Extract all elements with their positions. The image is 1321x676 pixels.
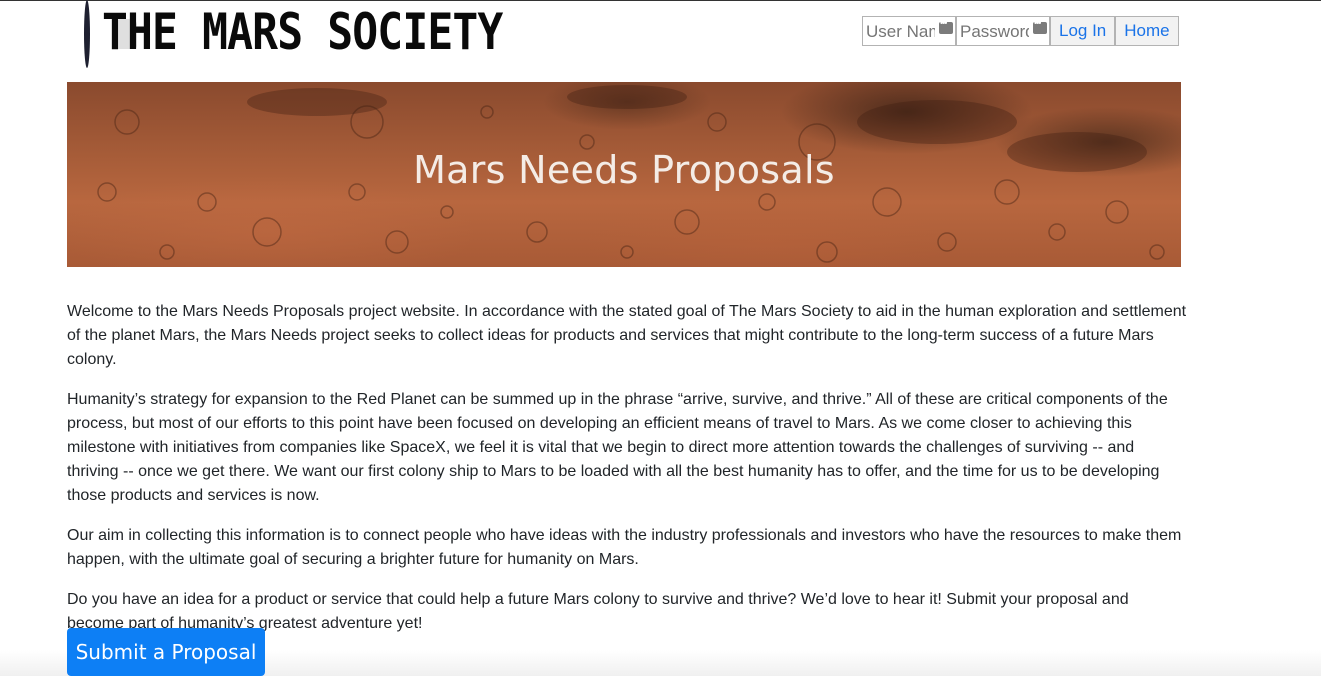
autofill-key-icon[interactable]: [939, 18, 953, 34]
intro-paragraph: Welcome to the Mars Needs Proposals proj…: [67, 303, 1187, 368]
login-bar: Log In Home: [862, 16, 1179, 46]
hero-title: Mars Needs Proposals: [413, 148, 835, 192]
password-field-wrap: [956, 16, 1050, 46]
home-button[interactable]: Home: [1115, 16, 1179, 46]
strategy-paragraph: Humanity’s strategy for expansion to the…: [67, 391, 1168, 504]
logo-text: THE MARS SOCIETY: [102, 3, 503, 61]
mars-society-emblem-icon: [84, 0, 137, 68]
mars-society-logo[interactable]: THE MARS SOCIETY: [84, 0, 514, 70]
login-button[interactable]: Log In: [1050, 16, 1116, 46]
username-field-wrap: [862, 16, 956, 46]
aim-paragraph: Our aim in collecting this information i…: [67, 527, 1182, 568]
submit-proposal-button[interactable]: Submit a Proposal: [67, 628, 265, 676]
hero-banner: Mars Needs Proposals: [67, 82, 1181, 267]
intro-content: Welcome to the Mars Needs Proposals proj…: [67, 300, 1187, 652]
autofill-key-icon[interactable]: [1033, 18, 1047, 34]
